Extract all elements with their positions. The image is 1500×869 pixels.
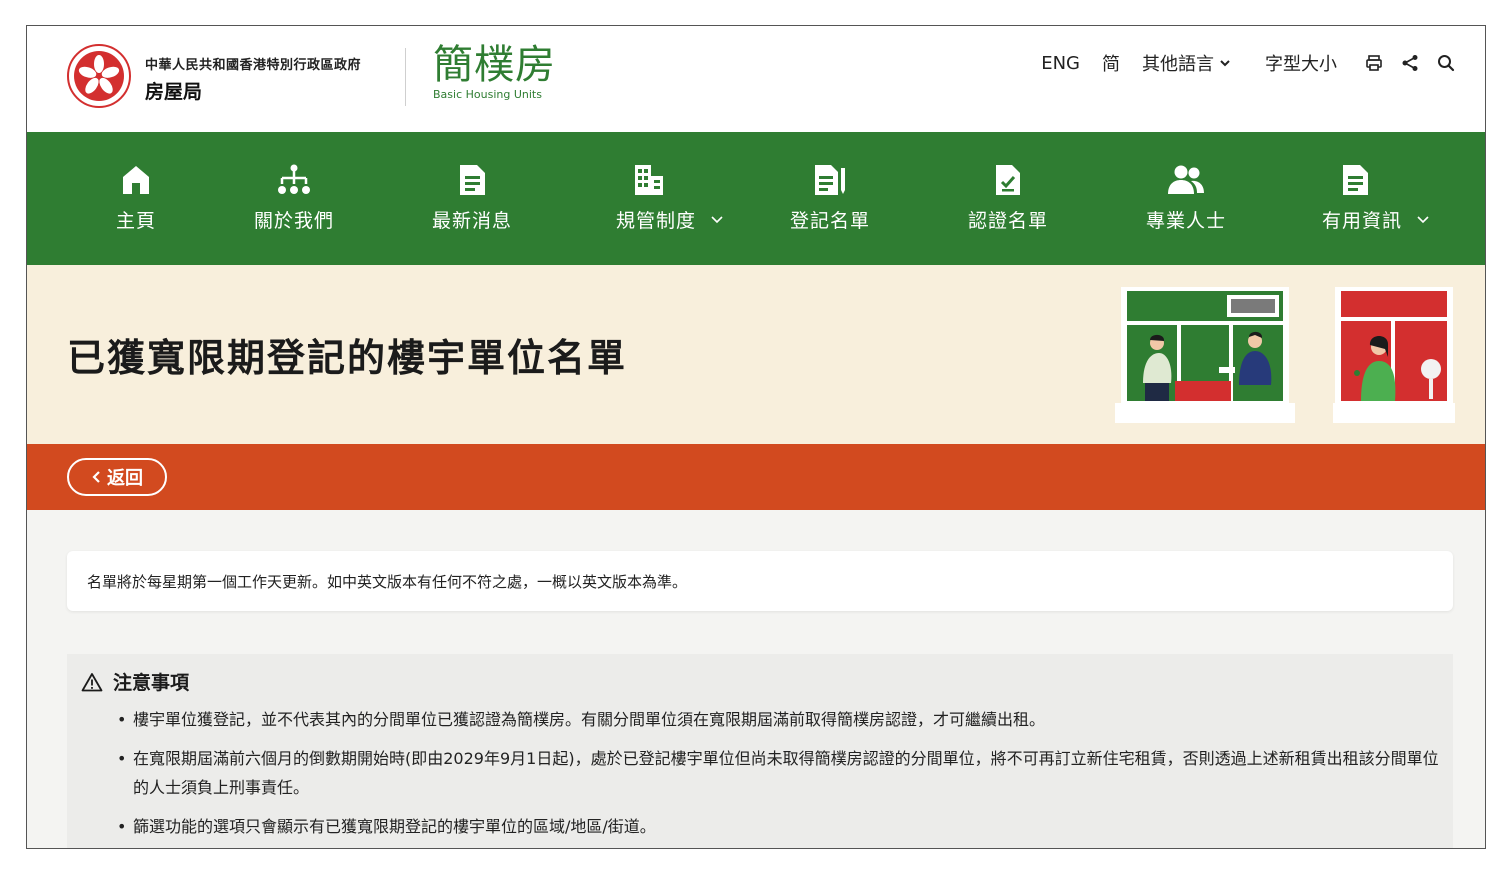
nav-label-news: 最新消息 — [431, 210, 512, 232]
nav-label-useful-info-text: 有用資訊 — [1321, 210, 1402, 232]
site-header: 中華人民共和國香港特別行政區政府 房屋局 簡樸房 Basic Housing U… — [27, 26, 1485, 132]
lang-simplified-link[interactable]: 简 — [1102, 50, 1120, 76]
site-brand-logo[interactable]: 簡樸房 Basic Housing Units — [433, 42, 556, 101]
nav-label-regulation-text: 規管制度 — [615, 210, 696, 232]
caution-item: 樓宇單位獲登記，並不代表其內的分間單位已獲認證為簡樸房。有關分間單位須在寬限期屆… — [117, 705, 1439, 734]
chevron-down-icon — [711, 215, 723, 223]
nav-label-professionals: 專業人士 — [1145, 210, 1226, 232]
caution-heading: 注意事項 — [81, 668, 1439, 695]
bureau-name: 房屋局 — [145, 81, 203, 103]
page-title: 已獲寬限期登記的樓宇單位名單 — [67, 336, 628, 380]
back-button-label: 返回 — [107, 468, 143, 489]
share-icon[interactable] — [1401, 54, 1419, 72]
warning-icon — [81, 672, 103, 691]
nav-item-regulation[interactable]: 規管制度 — [575, 162, 765, 233]
font-size-control[interactable]: 字型大小 — [1265, 50, 1337, 76]
update-notice: 名單將於每星期第一個工作天更新。如中英文版本有任何不符之處，一概以英文版本為準。 — [67, 551, 1453, 611]
other-language-label: 其他語言 — [1142, 54, 1214, 75]
nav-item-register-list[interactable]: 登記名單 — [755, 162, 905, 233]
brand-name: 簡樸房 — [433, 42, 556, 88]
caution-item: 在寬限期屆滿前六個月的倒數期開始時(即由2029年9月1日起)，處於已登記樓宇單… — [117, 744, 1439, 802]
update-notice-text: 名單將於每星期第一個工作天更新。如中英文版本有任何不符之處，一概以英文版本為準。 — [87, 573, 688, 591]
org-chart-icon — [219, 162, 369, 198]
register-list-icon — [755, 162, 905, 198]
hksar-emblem-logo[interactable] — [67, 44, 131, 108]
page-hero-banner: 已獲寬限期登記的樓宇單位名單 — [27, 265, 1485, 444]
certified-list-icon — [933, 162, 1083, 198]
nav-item-certified-list[interactable]: 認證名單 — [933, 162, 1083, 233]
nav-item-news[interactable]: 最新消息 — [397, 162, 547, 233]
resident-window-illustration — [1333, 287, 1455, 423]
gov-line1: 中華人民共和國香港特別行政區政府 — [145, 58, 362, 73]
nav-label-useful-info: 有用資訊 — [1322, 206, 1430, 233]
registration-counter-illustration — [1115, 287, 1295, 423]
caution-section: 注意事項 樓宇單位獲登記，並不代表其內的分間單位已獲認證為簡樸房。有關分間單位須… — [67, 654, 1453, 848]
nav-item-home[interactable]: 主頁 — [61, 162, 211, 233]
chevron-left-icon — [92, 471, 100, 483]
info-document-icon — [1239, 162, 1471, 198]
caution-title: 注意事項 — [113, 672, 190, 694]
nav-label-home: 主頁 — [115, 210, 156, 232]
back-bar: 返回 — [27, 444, 1485, 510]
document-icon — [397, 162, 547, 198]
other-language-dropdown[interactable]: 其他語言 — [1142, 50, 1231, 76]
browser-frame: 中華人民共和國香港特別行政區政府 房屋局 簡樸房 Basic Housing U… — [26, 25, 1486, 849]
top-utility-bar: ENG 简 其他語言 字型大小 — [1041, 50, 1455, 76]
chevron-down-icon — [1417, 215, 1429, 223]
header-divider — [405, 48, 406, 106]
caution-list: 樓宇單位獲登記，並不代表其內的分間單位已獲認證為簡樸房。有關分間單位須在寬限期屆… — [81, 705, 1439, 841]
nav-item-useful-info[interactable]: 有用資訊 — [1281, 162, 1471, 233]
home-icon — [61, 162, 211, 198]
nav-label-about: 關於我們 — [253, 210, 334, 232]
main-navigation: 主頁 關於我們 最新消息 規管制度 登記名單 認證名單 專業人士 有用資訊 — [27, 132, 1485, 265]
back-button[interactable]: 返回 — [67, 458, 167, 496]
building-icon — [533, 162, 765, 198]
caution-item: 篩選功能的選項只會顯示有已獲寬限期登記的樓宇單位的區域/地區/街道。 — [117, 812, 1439, 841]
nav-label-regulation: 規管制度 — [616, 206, 724, 233]
chevron-down-icon — [1220, 60, 1230, 67]
print-icon[interactable] — [1365, 54, 1383, 72]
nav-label-register-list: 登記名單 — [789, 210, 870, 232]
search-icon[interactable] — [1437, 54, 1455, 72]
nav-label-certified-list: 認證名單 — [967, 210, 1048, 232]
nav-item-about[interactable]: 關於我們 — [219, 162, 369, 233]
government-name[interactable]: 中華人民共和國香港特別行政區政府 房屋局 — [145, 54, 361, 104]
brand-subtitle: Basic Housing Units — [433, 88, 542, 101]
lang-eng-link[interactable]: ENG — [1041, 53, 1080, 74]
